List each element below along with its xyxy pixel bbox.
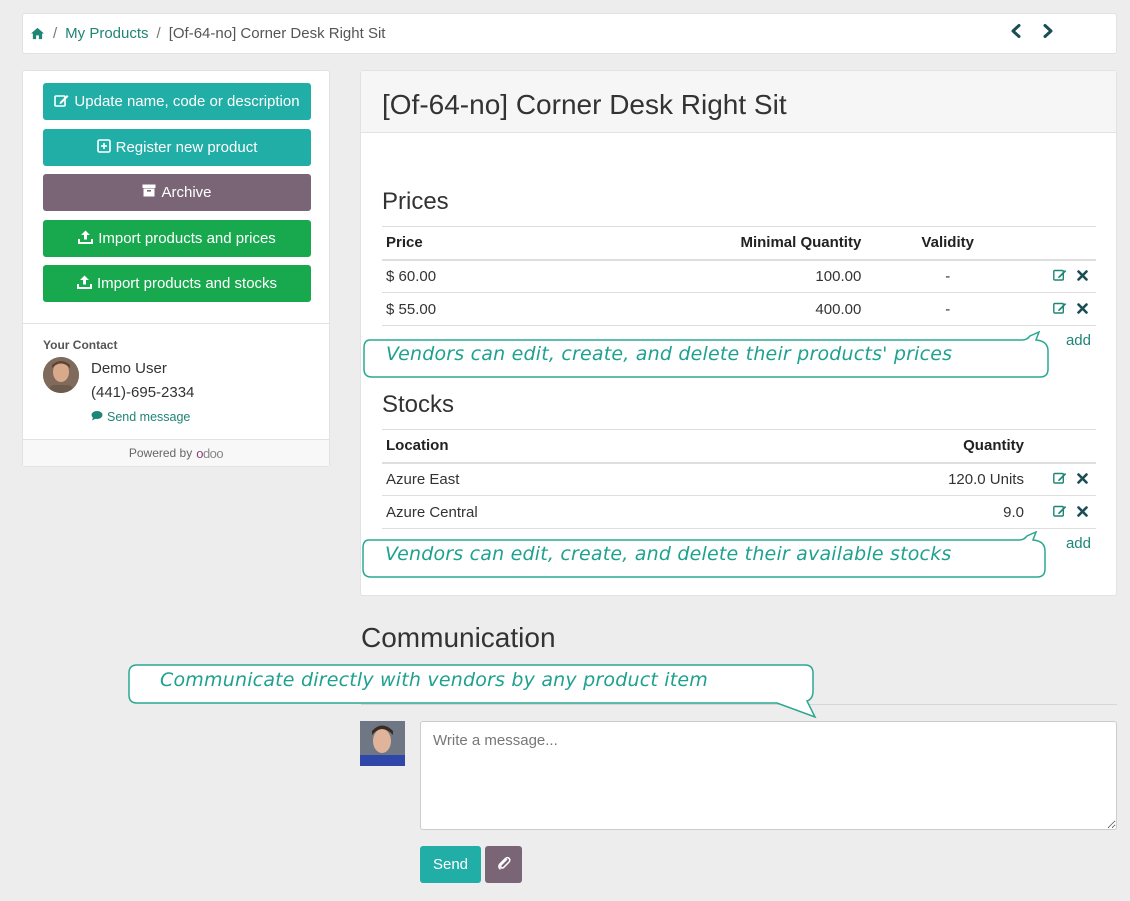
breadcrumb-my-products[interactable]: My Products [65, 25, 148, 42]
location-cell: Azure East [382, 462, 836, 496]
stocks-callout: Vendors can edit, create, and delete the… [361, 531, 1051, 579]
archive-button[interactable]: Archive [43, 174, 311, 211]
send-button[interactable]: Send [420, 846, 481, 883]
add-price-link[interactable]: add [1066, 332, 1091, 349]
register-product-button[interactable]: Register new product [43, 129, 311, 166]
prices-callout-text: Vendors can edit, create, and delete the… [386, 343, 953, 365]
delete-icon[interactable] [1077, 268, 1088, 285]
row-actions [1030, 292, 1096, 326]
register-product-label: Register new product [115, 139, 258, 156]
stocks-title: Stocks [382, 391, 455, 418]
avatar [360, 721, 405, 766]
archive-icon [142, 184, 156, 201]
paperclip-icon [497, 856, 511, 873]
table-row: Azure East 120.0 Units [382, 462, 1096, 496]
powered-by-label: Powered by [128, 446, 193, 460]
table-row: $ 55.00 400.00 - [382, 292, 1096, 326]
location-cell: Azure Central [382, 495, 836, 529]
chevron-right-icon[interactable] [1042, 24, 1054, 38]
price-cell: $ 55.00 [382, 292, 701, 326]
stocks-actions-header [1027, 429, 1096, 464]
send-message-link[interactable]: Send message [91, 410, 190, 424]
import-stocks-button[interactable]: Import products and stocks [43, 265, 311, 302]
table-row: $ 60.00 100.00 - [382, 259, 1096, 293]
sidebar-divider [23, 323, 329, 324]
chevron-left-icon[interactable] [1010, 24, 1022, 38]
breadcrumb-separator: / [53, 25, 58, 42]
sidebar: Update name, code or description Registe… [22, 70, 330, 467]
breadcrumb-separator: / [156, 25, 161, 42]
prices-table: Price Minimal Quantity Validity $ 60.00 … [382, 226, 1096, 326]
stocks-callout-text: Vendors can edit, create, and delete the… [385, 543, 952, 565]
contact-label: Your Contact [43, 338, 118, 352]
comment-icon [91, 410, 103, 424]
prices-actions-header [1030, 226, 1096, 261]
prices-column-header: Validity [865, 226, 1031, 261]
upload-icon [76, 275, 92, 293]
prices-column-header: Price [382, 226, 701, 261]
attach-button[interactable] [485, 846, 522, 883]
edit-icon[interactable] [1052, 471, 1067, 488]
message-input[interactable] [420, 721, 1117, 830]
product-header: [Of-64-no] Corner Desk Right Sit [361, 71, 1116, 133]
communication-title: Communication [361, 622, 556, 653]
avatar [43, 357, 79, 393]
row-actions [1027, 462, 1096, 496]
communication-callout-text: Communicate directly with vendors by any… [160, 669, 708, 691]
validity-cell: - [865, 259, 1031, 293]
quantity-cell: 120.0 Units [835, 462, 1028, 496]
contact-name: Demo User [91, 360, 167, 377]
prices-title: Prices [382, 188, 449, 215]
upload-icon [78, 230, 94, 248]
powered-by: Powered by odoo [23, 439, 329, 466]
price-cell: $ 60.00 [382, 259, 701, 293]
communication-callout: Communicate directly with vendors by any… [127, 663, 819, 719]
stocks-column-header: Location [382, 429, 836, 464]
min-qty-cell: 400.00 [700, 292, 866, 326]
contact-phone: (441)-695-2334 [91, 384, 195, 401]
edit-icon [54, 93, 69, 111]
table-row: Azure Central 9.0 [382, 495, 1096, 529]
row-actions [1030, 259, 1096, 293]
delete-icon[interactable] [1077, 301, 1088, 318]
record-pager [1010, 24, 1054, 38]
add-stock-link[interactable]: add [1066, 535, 1091, 552]
breadcrumb-current: [Of-64-no] Corner Desk Right Sit [168, 25, 386, 42]
update-product-button[interactable]: Update name, code or description [43, 83, 311, 120]
delete-icon[interactable] [1077, 504, 1088, 521]
plus-square-icon [96, 138, 111, 157]
edit-icon[interactable] [1052, 268, 1067, 285]
edit-icon[interactable] [1052, 301, 1067, 318]
edit-icon[interactable] [1052, 504, 1067, 521]
import-prices-button[interactable]: Import products and prices [43, 220, 311, 257]
prices-callout: Vendors can edit, create, and delete the… [362, 331, 1052, 379]
breadcrumb: / My Products / [Of-64-no] Corner Desk R… [22, 13, 1117, 54]
delete-icon[interactable] [1077, 471, 1088, 488]
stocks-table: Location Quantity Azure East 120.0 Units… [382, 429, 1096, 529]
row-actions [1027, 495, 1096, 529]
min-qty-cell: 100.00 [700, 259, 866, 293]
odoo-logo[interactable]: odoo [196, 446, 223, 461]
archive-label: Archive [161, 184, 212, 201]
validity-cell: - [865, 292, 1031, 326]
update-product-label: Update name, code or description [74, 93, 300, 110]
send-message-label: Send message [107, 410, 191, 424]
prices-column-header: Minimal Quantity [700, 226, 866, 261]
quantity-cell: 9.0 [835, 495, 1028, 529]
page-title: [Of-64-no] Corner Desk Right Sit [382, 89, 787, 120]
import-stocks-label: Import products and stocks [96, 275, 278, 292]
stocks-column-header: Quantity [835, 429, 1028, 464]
home-icon[interactable] [30, 27, 45, 40]
import-prices-label: Import products and prices [98, 230, 276, 247]
